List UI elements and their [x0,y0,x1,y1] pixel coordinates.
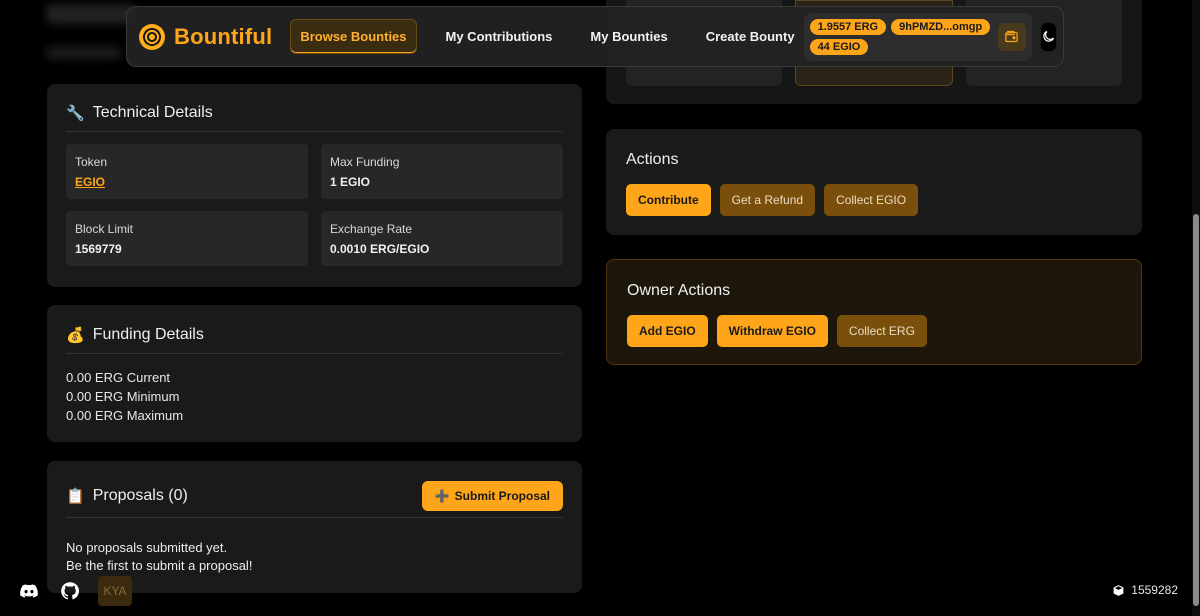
block-limit-label: Block Limit [75,222,134,236]
proposals-title: Proposals (0) [92,487,188,504]
submit-proposal-label: Submit Proposal [454,489,550,503]
proposals-empty-line2: Be the first to submit a proposal! [66,558,253,573]
owner-actions-title: Owner Actions [627,282,731,299]
erg-balance-badge: 1.9557 ERG [809,18,887,35]
scrollbar-thumb[interactable] [1193,214,1199,606]
top-navbar: Bountiful Browse Bounties My Contributio… [126,6,1064,67]
funding-minimum: 0.00 ERG Minimum [66,389,180,404]
nav-my-bounties[interactable]: My Bounties [581,20,676,53]
nav-create-bounty[interactable]: Create Bounty [697,20,804,53]
wallet-address-badge[interactable]: 9hPMZD...omgp [891,18,991,35]
brand[interactable]: Bountiful [139,23,273,50]
technical-details-title: Technical Details [92,104,213,121]
exchange-rate-cell: Exchange Rate 0.0010 ERG/EGIO [321,211,563,266]
wrench-icon: 🔧 [66,105,85,122]
plus-icon: ➕ [434,489,450,503]
discord-link[interactable] [16,578,42,604]
proposals-card: 📋 Proposals (0) ➕ Submit Proposal No pro… [47,461,582,593]
max-funding-label: Max Funding [330,155,400,169]
wallet-button[interactable] [997,22,1026,51]
technical-details-heading: 🔧 Technical Details [66,104,563,122]
exchange-rate-label: Exchange Rate [330,222,413,236]
divider [66,517,563,518]
moon-icon [1042,30,1054,42]
footer-links: KYA [16,576,132,606]
token-label: Token [75,155,108,169]
github-icon [61,582,80,600]
clipboard-icon: 📋 [66,488,85,505]
block-height-value: 1559282 [1131,583,1178,597]
token-link[interactable]: EGIO [75,175,299,189]
max-funding-cell: Max Funding 1 EGIO [321,144,563,199]
nav-browse-bounties[interactable]: Browse Bounties [290,19,417,54]
add-token-button[interactable]: Add EGIO [627,315,708,347]
token-balance-badge: 44 EGIO [809,38,869,55]
submit-proposal-button[interactable]: ➕ Submit Proposal [421,481,563,511]
max-funding-value: 1 EGIO [330,175,371,189]
exchange-rate-value: 0.0010 ERG/EGIO [330,242,430,256]
proposals-empty-line1: No proposals submitted yet. [66,540,228,555]
wallet-pills: 1.9557 ERG 9hPMZD...omgp 44 EGIO [809,18,992,55]
owner-actions-card: Owner Actions Add EGIO Withdraw EGIO Col… [606,259,1142,365]
block-limit-value: 1569779 [75,242,122,256]
funding-details-card: 💰 Funding Details 0.00 ERG Current 0.00 … [47,305,582,442]
refund-button[interactable]: Get a Refund [719,184,816,216]
collect-erg-button[interactable]: Collect ERG [836,315,927,347]
technical-details-card: 🔧 Technical Details Token EGIO Max Fundi… [47,84,582,287]
github-link[interactable] [57,578,83,604]
block-limit-cell: Block Limit 1569779 [66,211,308,266]
brand-name: Bountiful [174,23,273,49]
contribute-button[interactable]: Contribute [626,184,711,216]
divider [66,353,563,354]
money-bag-icon: 💰 [66,327,85,344]
funding-details-title: Funding Details [92,326,204,343]
funding-maximum: 0.00 ERG Maximum [66,408,184,423]
token-cell: Token EGIO [66,144,308,199]
withdraw-token-button[interactable]: Withdraw EGIO [716,315,828,347]
cube-icon [1113,584,1124,596]
blurred-back-link [46,4,136,24]
actions-card: Actions Contribute Get a Refund Collect … [606,129,1142,235]
funding-details-heading: 💰 Funding Details [66,326,563,344]
theme-toggle-button[interactable] [1039,21,1057,52]
blurred-subtitle [46,46,121,60]
target-logo-icon [139,23,165,50]
scrollbar[interactable] [1192,0,1200,616]
funding-current: 0.00 ERG Current [66,370,171,385]
divider [66,131,563,132]
collect-token-button[interactable]: Collect EGIO [824,184,919,216]
actions-title: Actions [626,151,679,168]
block-height-indicator: 1559282 [1112,583,1178,597]
proposals-heading: 📋 Proposals (0) [66,487,188,505]
discord-icon [20,584,38,598]
wallet-icon [1005,30,1018,43]
nav-my-contributions[interactable]: My Contributions [437,20,562,53]
wallet-status: 1.9557 ERG 9hPMZD...omgp 44 EGIO [803,12,1032,61]
kya-button[interactable]: KYA [98,576,132,606]
